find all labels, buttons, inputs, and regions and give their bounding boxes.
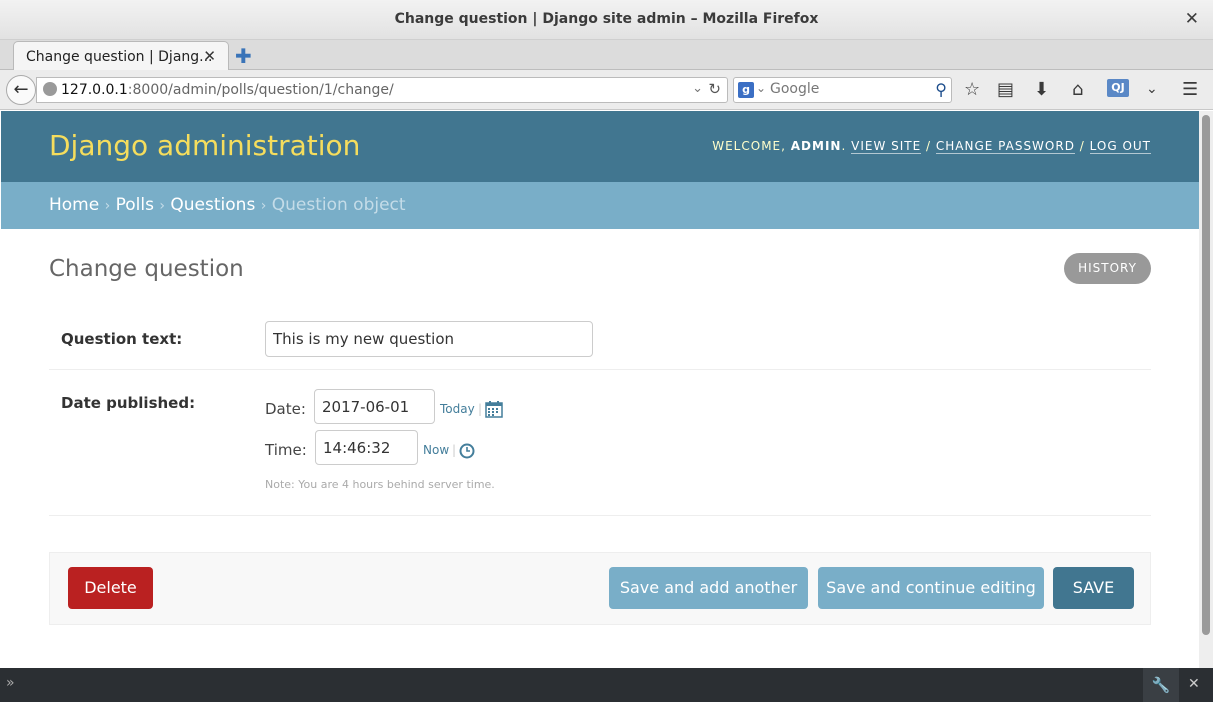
question-text-input[interactable] bbox=[265, 321, 593, 357]
console-prompt-icon[interactable]: » bbox=[6, 675, 15, 691]
breadcrumb-home[interactable]: Home bbox=[49, 195, 99, 215]
now-link[interactable]: Now bbox=[423, 443, 449, 457]
save-and-add-another-button[interactable]: Save and add another bbox=[609, 567, 808, 609]
time-label: Time: bbox=[265, 441, 307, 459]
timezone-note: Note: You are 4 hours behind server time… bbox=[265, 478, 495, 491]
developer-toolbar: » 🔧 ✕ bbox=[0, 668, 1213, 702]
breadcrumb-questions[interactable]: Questions bbox=[170, 195, 255, 215]
user-tools: WELCOME, ADMIN. VIEW SITE / CHANGE PASSW… bbox=[712, 139, 1151, 154]
download-icon[interactable]: ⬇ bbox=[1034, 79, 1049, 100]
search-engine-dropdown-icon[interactable]: ⌄ bbox=[756, 81, 766, 95]
username: ADMIN bbox=[790, 139, 842, 153]
window-titlebar: Change question | Django site admin – Mo… bbox=[0, 0, 1213, 40]
vertical-scrollbar[interactable] bbox=[1199, 111, 1213, 668]
home-icon[interactable]: ⌂ bbox=[1072, 79, 1083, 100]
shortcut-separator: | bbox=[452, 443, 457, 457]
date-label: Date: bbox=[265, 400, 306, 418]
page-viewport: Django administration WELCOME, ADMIN. VI… bbox=[1, 111, 1199, 668]
new-tab-icon[interactable]: ✚ bbox=[235, 44, 252, 68]
url-text[interactable]: 127.0.0.1:8000/admin/polls/question/1/ch… bbox=[61, 82, 394, 98]
search-bar: g ⌄ ⚲ bbox=[733, 77, 952, 103]
tab-active[interactable]: Change question | Djang... ✕ bbox=[13, 41, 229, 71]
time-input[interactable] bbox=[315, 430, 418, 465]
url-bar[interactable]: 127.0.0.1:8000/admin/polls/question/1/ch… bbox=[36, 77, 728, 103]
form-row-question-text: Question text: bbox=[49, 307, 1151, 370]
url-host: 127.0.0.1 bbox=[61, 82, 128, 98]
tab-strip: Change question | Djang... ✕ ✚ bbox=[0, 40, 1213, 71]
search-icon[interactable]: ⚲ bbox=[935, 80, 947, 99]
date-input[interactable] bbox=[314, 389, 435, 424]
url-dropdown-icon[interactable]: ⌄ bbox=[692, 81, 703, 96]
today-link[interactable]: Today bbox=[440, 402, 475, 416]
separator: / bbox=[1074, 139, 1090, 153]
scrollbar-thumb[interactable] bbox=[1202, 115, 1210, 635]
back-arrow-icon[interactable]: ← bbox=[6, 75, 36, 105]
bookmark-star-icon[interactable]: ☆ bbox=[964, 79, 980, 100]
welcome-text: WELCOME, bbox=[712, 139, 791, 153]
date-published-label: Date published: bbox=[61, 394, 196, 412]
nav-bar: ← 127.0.0.1:8000/admin/polls/question/1/… bbox=[0, 70, 1213, 110]
breadcrumb: Home › Polls › Questions › Question obje… bbox=[1, 182, 1199, 229]
tab-close-icon[interactable]: ✕ bbox=[203, 47, 216, 65]
tab-label: Change question | Djang... bbox=[26, 49, 213, 65]
breadcrumb-separator: › bbox=[159, 198, 165, 214]
history-button[interactable]: HISTORY bbox=[1064, 253, 1151, 284]
search-engine-icon[interactable]: g bbox=[738, 82, 754, 98]
search-input[interactable] bbox=[770, 81, 920, 97]
reload-icon[interactable]: ↻ bbox=[708, 80, 721, 98]
reading-list-icon[interactable]: ▤ bbox=[997, 79, 1014, 100]
breadcrumb-separator: › bbox=[260, 198, 267, 214]
globe-icon bbox=[43, 82, 57, 96]
menu-icon[interactable]: ☰ bbox=[1182, 79, 1198, 100]
page-title: Change question bbox=[49, 256, 244, 282]
shortcut-separator: | bbox=[478, 402, 483, 416]
qj-extension-icon[interactable]: QJ bbox=[1107, 79, 1129, 97]
calendar-icon[interactable] bbox=[485, 401, 503, 418]
close-icon[interactable]: ✕ bbox=[1188, 676, 1200, 692]
breadcrumb-separator: › bbox=[104, 198, 111, 214]
breadcrumb-current: Question object bbox=[271, 195, 406, 215]
change-password-link[interactable]: CHANGE PASSWORD bbox=[935, 139, 1075, 154]
save-and-continue-button[interactable]: Save and continue editing bbox=[818, 567, 1044, 609]
breadcrumb-polls[interactable]: Polls bbox=[116, 195, 154, 215]
form-row-date-published: Date published: Date: Today | Time: Now … bbox=[49, 370, 1151, 516]
delete-button[interactable]: Delete bbox=[68, 567, 153, 609]
window-title: Change question | Django site admin – Mo… bbox=[394, 11, 819, 27]
clock-icon[interactable] bbox=[459, 443, 475, 459]
separator: / bbox=[921, 139, 936, 153]
breadcrumb-trail: Home › Polls › Questions › Question obje… bbox=[49, 195, 406, 215]
window-close-icon[interactable]: ✕ bbox=[1185, 9, 1199, 29]
question-text-label: Question text: bbox=[61, 330, 183, 348]
site-brand[interactable]: Django administration bbox=[49, 129, 360, 162]
url-path: :8000/admin/polls/question/1/change/ bbox=[127, 82, 394, 98]
log-out-link[interactable]: LOG OUT bbox=[1089, 139, 1151, 154]
submit-row: Delete Save and add another Save and con… bbox=[49, 552, 1151, 625]
chevron-down-icon[interactable]: ⌄ bbox=[1146, 81, 1158, 97]
django-header: Django administration WELCOME, ADMIN. VI… bbox=[1, 111, 1199, 182]
view-site-link[interactable]: VIEW SITE bbox=[851, 139, 922, 154]
save-button[interactable]: SAVE bbox=[1053, 567, 1134, 609]
wrench-icon[interactable]: 🔧 bbox=[1143, 668, 1179, 702]
